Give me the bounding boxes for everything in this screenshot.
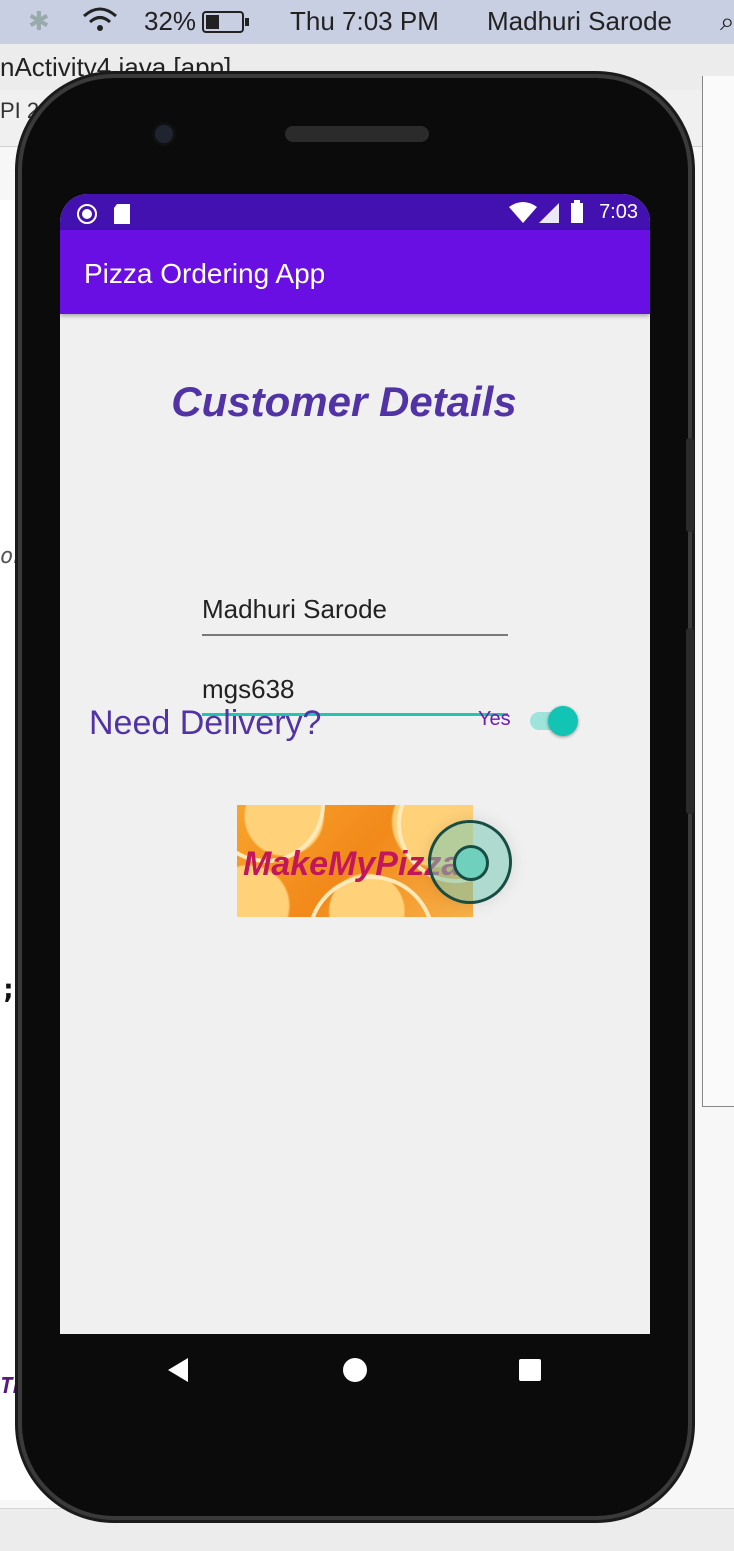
power-button[interactable] — [686, 438, 694, 532]
delivery-toggle[interactable] — [528, 702, 578, 738]
wifi-signal-icon — [508, 202, 538, 229]
back-icon[interactable] — [168, 1358, 188, 1382]
home-icon[interactable] — [343, 1358, 367, 1382]
code-fragment: ; — [0, 972, 17, 1005]
logo-text: MakeMyPizza — [243, 845, 461, 883]
page-title: Customer Details — [171, 378, 517, 425]
notification-dot-icon — [76, 203, 98, 230]
delivery-label: Need Delivery? — [89, 704, 322, 742]
menubar-user[interactable]: Madhuri Sarode — [487, 6, 672, 37]
name-field-underline — [202, 634, 508, 636]
app-title: Pizza Ordering App — [84, 258, 326, 289]
battery-percent[interactable]: 32% — [144, 6, 196, 37]
front-camera — [155, 125, 173, 143]
android-status-bar: 7:03 — [60, 194, 650, 230]
sd-card-icon — [112, 203, 132, 230]
name-input-value[interactable]: Madhuri Sarode — [202, 594, 387, 625]
status-time: 7:03 — [599, 201, 638, 223]
android-nav-bar — [60, 1334, 650, 1408]
app-toolbar: Pizza Ordering App — [60, 230, 650, 314]
cell-signal-icon — [538, 202, 560, 229]
delivery-switch-label[interactable]: Yes — [478, 708, 511, 731]
earpiece-speaker — [285, 126, 429, 142]
recents-icon[interactable] — [519, 1359, 541, 1381]
spotlight-search-icon[interactable]: ⌕ — [720, 6, 734, 38]
touch-indicator — [431, 823, 509, 901]
battery-icon[interactable] — [202, 10, 250, 41]
battery-icon — [570, 200, 584, 229]
wifi-icon[interactable] — [80, 6, 120, 43]
volume-button[interactable] — [686, 628, 694, 814]
touch-indicator-center — [453, 845, 489, 881]
mac-menu-bar: ✱ 32% Thu 7:03 PM Madhuri Sarode ⌕ — [0, 0, 734, 44]
menubar-clock[interactable]: Thu 7:03 PM — [290, 6, 439, 37]
name-field[interactable]: Madhuri Sarode — [202, 592, 508, 636]
id-input-value[interactable]: mgs638 — [202, 674, 295, 705]
app-screen: 7:03 Pizza Ordering App Customer Details… — [60, 194, 650, 1334]
ide-side-panel — [702, 76, 734, 1107]
phone-emulator: 7:03 Pizza Ordering App Customer Details… — [22, 78, 694, 1516]
bluetooth-icon[interactable]: ✱ — [28, 6, 50, 37]
toggle-thumb — [548, 706, 578, 736]
